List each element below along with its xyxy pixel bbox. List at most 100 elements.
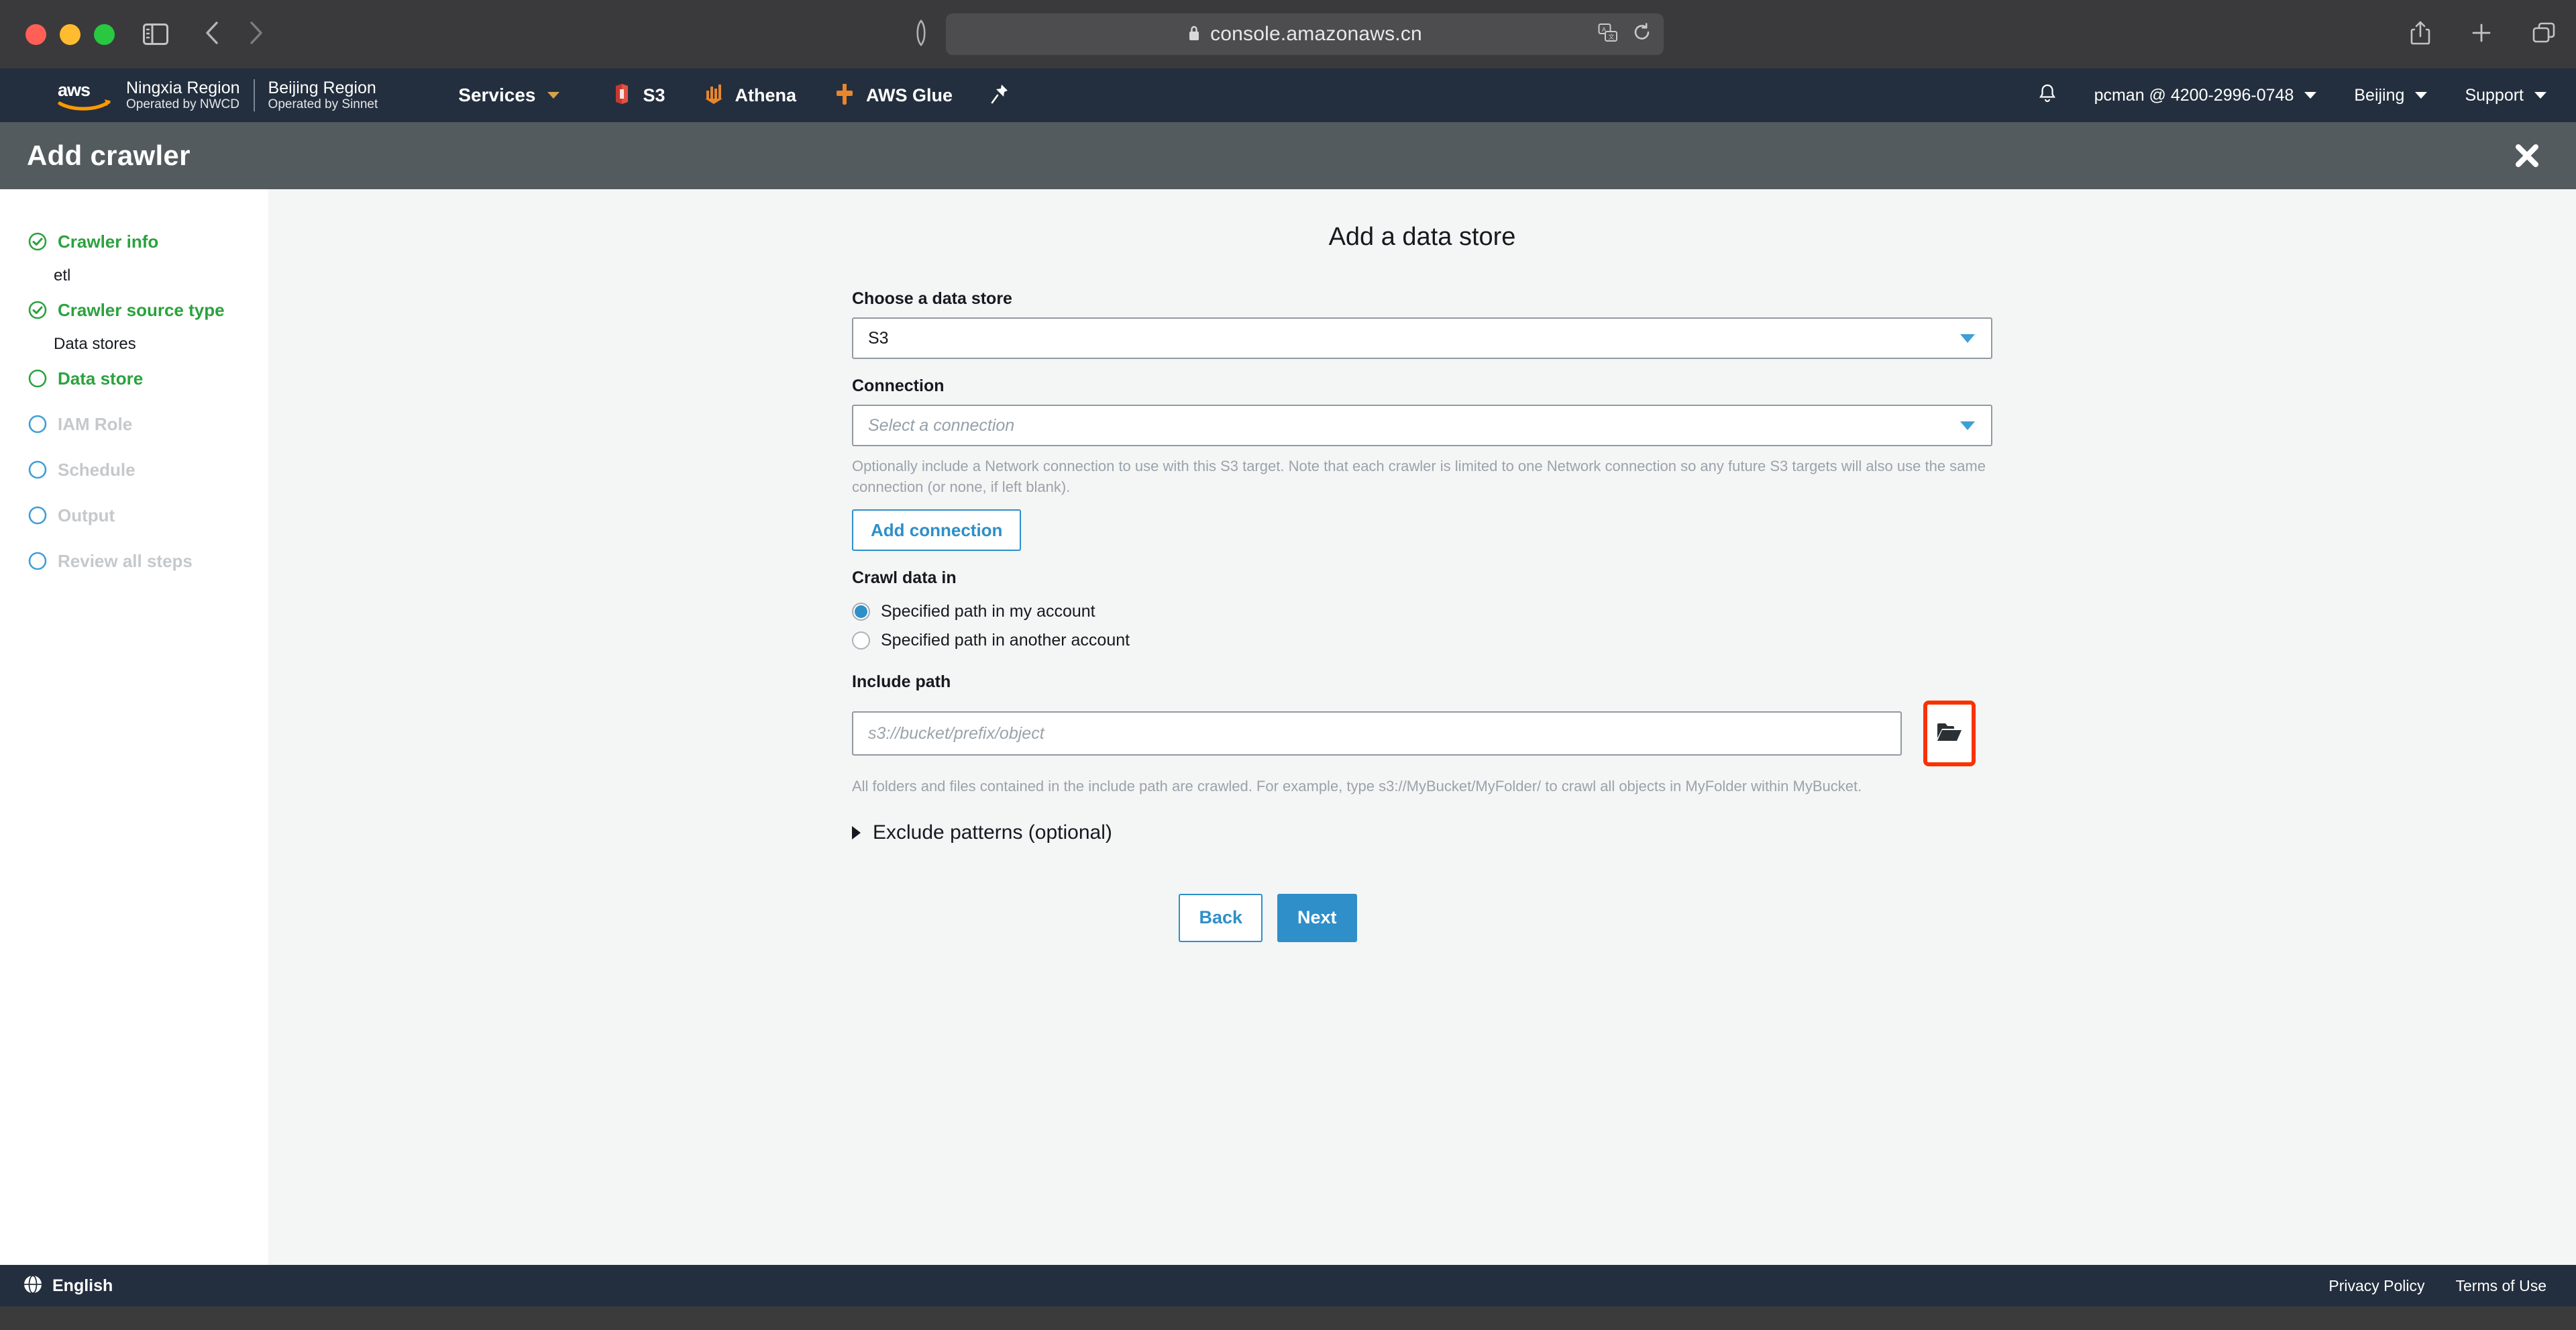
pin-icon bbox=[990, 83, 1009, 108]
sidebar-step-data-store[interactable]: Data store bbox=[0, 361, 268, 396]
services-menu-button[interactable]: Services bbox=[458, 85, 560, 106]
aws-logo-group[interactable]: aws Ningxia Region Operated by NWCD Beij… bbox=[58, 78, 378, 113]
chevron-down-icon bbox=[1960, 334, 1975, 343]
chevron-down-icon bbox=[2534, 92, 2546, 99]
wizard-button-row: Back Next bbox=[852, 893, 1992, 942]
account-label: pcman @ 4200-2996-0748 bbox=[2094, 85, 2294, 105]
shortcut-s3[interactable]: S3 bbox=[612, 83, 665, 109]
tab-overview-icon[interactable] bbox=[2532, 21, 2556, 48]
add-connection-button[interactable]: Add connection bbox=[852, 509, 1022, 552]
connection-select[interactable]: Select a connection bbox=[852, 405, 1992, 446]
plus-icon[interactable] bbox=[2470, 21, 2493, 48]
include-path-input[interactable] bbox=[852, 711, 1902, 756]
support-label: Support bbox=[2465, 85, 2524, 105]
next-button[interactable]: Next bbox=[1277, 893, 1357, 942]
region-operator: Operated by Sinnet bbox=[268, 97, 378, 112]
connection-placeholder: Select a connection bbox=[868, 415, 1015, 435]
sidebar-step-label: Schedule bbox=[58, 459, 136, 480]
service-shortcuts: S3 Athena AWS Glue bbox=[612, 83, 1009, 109]
share-icon[interactable] bbox=[2410, 20, 2431, 49]
language-selector[interactable]: English bbox=[23, 1274, 113, 1298]
maximize-window-button[interactable] bbox=[94, 23, 115, 45]
chevron-down-icon bbox=[547, 92, 560, 99]
sidebar-step-label: Output bbox=[58, 505, 115, 525]
back-arrow-icon[interactable] bbox=[205, 21, 219, 48]
choose-data-store-value: S3 bbox=[868, 328, 889, 348]
region-labels: Ningxia Region Operated by NWCD Beijing … bbox=[126, 79, 378, 111]
check-circle-icon bbox=[28, 301, 47, 319]
reload-icon[interactable] bbox=[1633, 22, 1652, 46]
exclude-patterns-label: Exclude patterns (optional) bbox=[873, 821, 1112, 843]
shortcut-label: Athena bbox=[735, 85, 797, 105]
globe-icon bbox=[23, 1274, 43, 1298]
chevron-right-icon bbox=[852, 825, 861, 839]
region-operator: Operated by NWCD bbox=[126, 97, 239, 112]
circle-icon bbox=[28, 369, 47, 388]
circle-icon bbox=[28, 506, 47, 525]
bell-notification-icon[interactable] bbox=[2038, 83, 2057, 108]
browser-chrome: console.amazonaws.cn A 文 bbox=[0, 0, 2576, 68]
page-footer: English Privacy Policy Terms of Use bbox=[0, 1265, 2576, 1307]
circle-icon bbox=[28, 460, 47, 479]
browse-s3-folder-button[interactable] bbox=[1923, 701, 1976, 767]
sidebar-step-crawler-source-type[interactable]: Crawler source type bbox=[0, 293, 268, 327]
aws-glue-icon bbox=[834, 83, 855, 109]
circle-icon bbox=[28, 552, 47, 570]
connection-helper-text: Optionally include a Network connection … bbox=[852, 458, 1986, 496]
sidebar-step-iam-role[interactable]: IAM Role bbox=[0, 407, 268, 442]
minimize-window-button[interactable] bbox=[60, 23, 80, 45]
region-menu-button[interactable]: Beijing bbox=[2354, 86, 2428, 105]
shortcut-aws-glue[interactable]: AWS Glue bbox=[834, 83, 953, 109]
pin-shortcut-button[interactable] bbox=[990, 83, 1009, 108]
privacy-policy-link[interactable]: Privacy Policy bbox=[2328, 1277, 2424, 1295]
shortcut-athena[interactable]: Athena bbox=[703, 83, 797, 109]
radio-label: Specified path in my account bbox=[881, 602, 1095, 621]
radio-button[interactable] bbox=[852, 631, 870, 650]
include-path-helper-text: All folders and files contained in the i… bbox=[852, 778, 1862, 795]
page-header: Add crawler bbox=[0, 122, 2576, 189]
aws-global-navbar: aws Ningxia Region Operated by NWCD Beij… bbox=[0, 68, 2576, 122]
radio-label: Specified path in another account bbox=[881, 631, 1130, 650]
lock-icon bbox=[1187, 24, 1201, 45]
sidebar-step-review-all-steps[interactable]: Review all steps bbox=[0, 544, 268, 578]
services-label: Services bbox=[458, 85, 536, 105]
address-bar-area: console.amazonaws.cn A 文 bbox=[912, 13, 1664, 55]
region-divider bbox=[253, 79, 255, 111]
aws-logo[interactable]: aws bbox=[58, 78, 113, 113]
browser-nav-arrows bbox=[205, 21, 264, 48]
account-menu-button[interactable]: pcman @ 4200-2996-0748 bbox=[2094, 86, 2317, 105]
choose-data-store-select[interactable]: S3 bbox=[852, 317, 1992, 359]
sidebar-step-sub-etl: etl bbox=[54, 266, 71, 285]
sidebar-step-crawler-info[interactable]: Crawler info bbox=[0, 224, 268, 259]
sidebar-toggle-icon[interactable] bbox=[143, 23, 168, 45]
browser-toolbar-right bbox=[2410, 20, 2556, 49]
radio-specified-path-another-account[interactable]: Specified path in another account bbox=[852, 626, 1992, 655]
support-menu-button[interactable]: Support bbox=[2465, 86, 2546, 105]
sidebar-step-schedule[interactable]: Schedule bbox=[0, 452, 268, 487]
sidebar-step-output[interactable]: Output bbox=[0, 498, 268, 533]
region-beijing: Beijing Region Operated by Sinnet bbox=[268, 79, 378, 111]
sidebar-step-label: Data store bbox=[58, 368, 144, 389]
back-button[interactable]: Back bbox=[1179, 893, 1263, 942]
sidebar-step-sub-data-stores: Data stores bbox=[54, 335, 136, 353]
url-bar-actions: A 文 bbox=[1598, 22, 1652, 46]
radio-button[interactable] bbox=[852, 603, 870, 621]
sidebar-step-label: Crawler info bbox=[58, 231, 159, 252]
terms-of-use-link[interactable]: Terms of Use bbox=[2456, 1277, 2546, 1295]
window-traffic-lights bbox=[25, 23, 115, 45]
exclude-patterns-toggle[interactable]: Exclude patterns (optional) bbox=[852, 821, 1992, 844]
page-title: Add crawler bbox=[27, 140, 191, 171]
region-name: Ningxia Region bbox=[126, 79, 240, 98]
close-window-button[interactable] bbox=[25, 23, 46, 45]
include-path-row bbox=[852, 701, 1992, 767]
region-name: Beijing Region bbox=[268, 79, 376, 98]
close-icon[interactable] bbox=[2513, 142, 2541, 170]
s3-icon bbox=[612, 83, 632, 109]
forward-arrow-icon[interactable] bbox=[249, 21, 264, 48]
reader-view-icon[interactable] bbox=[912, 19, 930, 50]
translate-icon[interactable]: A 文 bbox=[1598, 23, 1618, 46]
crawl-data-in-label: Crawl data in bbox=[852, 568, 957, 588]
radio-specified-path-my-account[interactable]: Specified path in my account bbox=[852, 597, 1992, 626]
aws-navbar-right: pcman @ 4200-2996-0748 Beijing Support bbox=[2038, 83, 2546, 108]
url-bar[interactable]: console.amazonaws.cn A 文 bbox=[946, 13, 1664, 55]
